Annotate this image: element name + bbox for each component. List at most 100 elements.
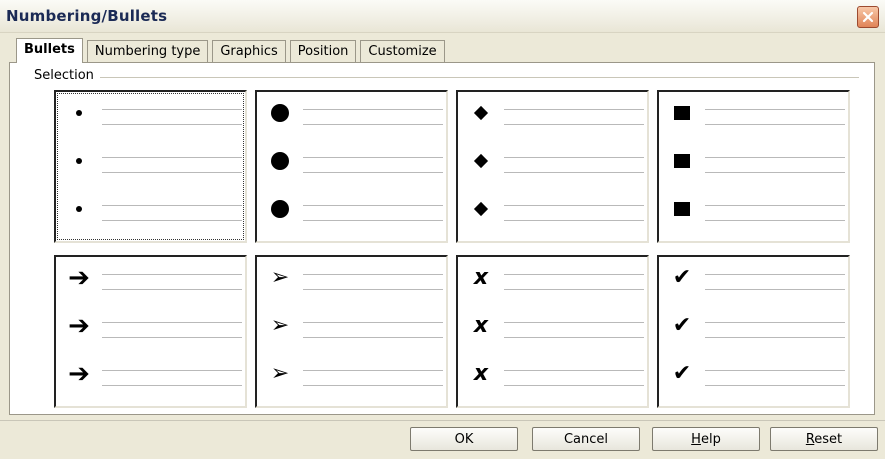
tab-numbering-type[interactable]: Numbering type <box>86 40 209 62</box>
bullet-style-cross[interactable]: xxx <box>456 255 649 408</box>
preview-text-line <box>303 322 443 323</box>
diamond-bullet-icon <box>466 196 496 222</box>
preview-text-line <box>705 157 845 158</box>
large-dot-bullet-icon <box>265 148 295 174</box>
bullet-preview-row <box>64 100 242 126</box>
bullet-preview-row <box>667 148 845 174</box>
bullet-preview-row: x <box>466 265 644 291</box>
button-bar-divider <box>0 420 885 421</box>
preview-text-line <box>102 205 242 206</box>
tab-graphics[interactable]: Graphics <box>212 40 286 62</box>
diamond-bullet-icon <box>466 148 496 174</box>
preview-text-line <box>705 205 845 206</box>
preview-text-line <box>102 274 242 275</box>
preview-text-line <box>303 385 443 386</box>
tab-position[interactable]: Position <box>289 40 357 62</box>
preview-text-line <box>303 109 443 110</box>
preview-text-line <box>303 337 443 338</box>
ok-button[interactable]: OK <box>410 427 518 451</box>
preview-text-line <box>504 205 644 206</box>
large-dot-bullet-icon <box>265 196 295 222</box>
cancel-button[interactable]: Cancel <box>532 427 640 451</box>
tab-customize[interactable]: Customize <box>360 40 445 62</box>
bullet-preview-row <box>265 196 443 222</box>
bullet-preview-row <box>466 148 644 174</box>
selection-label: Selection <box>34 68 100 83</box>
preview-text-line <box>303 205 443 206</box>
bullet-style-arrowhead[interactable]: ➢ ➢ ➢ <box>255 255 448 408</box>
bullet-preview-row: ➢ <box>265 361 443 387</box>
reset-label-rest: eset <box>814 431 843 447</box>
bullet-style-checkmark[interactable]: ✔ ✔ ✔ <box>657 255 850 408</box>
close-button[interactable] <box>857 6 879 28</box>
bullet-preview-row: x <box>466 361 644 387</box>
reset-button[interactable]: Reset <box>770 427 878 451</box>
preview-text-line <box>504 220 644 221</box>
square-bullet-icon <box>667 196 697 222</box>
bullet-preview-row: ➢ <box>265 265 443 291</box>
bullet-preview-row <box>265 148 443 174</box>
square-bullet-icon <box>667 148 697 174</box>
help-button[interactable]: Help <box>652 427 760 451</box>
arrow-bullet-icon: ➔ <box>68 359 90 389</box>
preview-text-line <box>705 370 845 371</box>
preview-text-line <box>102 385 242 386</box>
bullet-style-square[interactable] <box>657 90 850 243</box>
preview-text-line <box>705 172 845 173</box>
cross-bullet-icon: x <box>473 265 489 290</box>
preview-text-line <box>705 322 845 323</box>
tab-bullets[interactable]: Bullets <box>16 38 83 63</box>
title-bar: Numbering/Bullets <box>0 0 885 33</box>
preview-text-line <box>102 289 242 290</box>
square-bullet-icon <box>667 100 697 126</box>
preview-text-line <box>504 385 644 386</box>
preview-text-line <box>303 370 443 371</box>
preview-text-line <box>504 124 644 125</box>
bullet-preview-row: ✔ <box>667 265 845 291</box>
preview-text-line <box>102 337 242 338</box>
diamond-bullet-icon <box>466 100 496 126</box>
preview-text-line <box>504 370 644 371</box>
bullet-preview-row <box>64 148 242 174</box>
preview-text-line <box>504 172 644 173</box>
bullet-preview-row: x <box>466 313 644 339</box>
tab-bar: Bullets Numbering type Graphics Position… <box>16 38 449 63</box>
preview-text-line <box>102 109 242 110</box>
reset-accelerator: R <box>805 431 815 447</box>
checkmark-bullet-icon: ✔ <box>672 265 692 290</box>
preview-text-line <box>705 337 845 338</box>
bullet-style-diamond[interactable] <box>456 90 649 243</box>
preview-text-line <box>504 337 644 338</box>
preview-text-line <box>705 109 845 110</box>
preview-text-line <box>102 124 242 125</box>
bullet-style-grid: ➔ ➔ ➔ ➢ ➢ ➢ xxx ✔ ✔ ✔ <box>54 90 850 408</box>
close-icon <box>862 11 874 23</box>
arrow-bullet-icon: ➔ <box>68 311 90 341</box>
help-accelerator: H <box>691 431 701 447</box>
preview-text-line <box>705 385 845 386</box>
preview-text-line <box>504 289 644 290</box>
preview-text-line <box>705 220 845 221</box>
bullet-style-small-dot[interactable] <box>54 90 247 243</box>
bullet-preview-row: ➢ <box>265 313 443 339</box>
preview-text-line <box>705 124 845 125</box>
preview-text-line <box>303 274 443 275</box>
preview-text-line <box>303 220 443 221</box>
small-dot-bullet-icon <box>64 100 94 126</box>
help-label-rest: elp <box>700 431 721 447</box>
arrowhead-bullet-icon: ➢ <box>270 361 290 386</box>
bullet-preview-row <box>265 100 443 126</box>
cross-bullet-icon: x <box>473 361 489 386</box>
arrowhead-bullet-icon: ➢ <box>270 313 290 338</box>
bullet-preview-row: ➔ <box>64 313 242 339</box>
bullet-style-arrow[interactable]: ➔ ➔ ➔ <box>54 255 247 408</box>
preview-text-line <box>303 157 443 158</box>
preview-text-line <box>705 274 845 275</box>
preview-text-line <box>303 124 443 125</box>
preview-text-line <box>504 109 644 110</box>
bullet-style-large-dot[interactable] <box>255 90 448 243</box>
preview-text-line <box>102 322 242 323</box>
preview-text-line <box>102 370 242 371</box>
checkmark-bullet-icon: ✔ <box>672 313 692 338</box>
preview-text-line <box>705 289 845 290</box>
